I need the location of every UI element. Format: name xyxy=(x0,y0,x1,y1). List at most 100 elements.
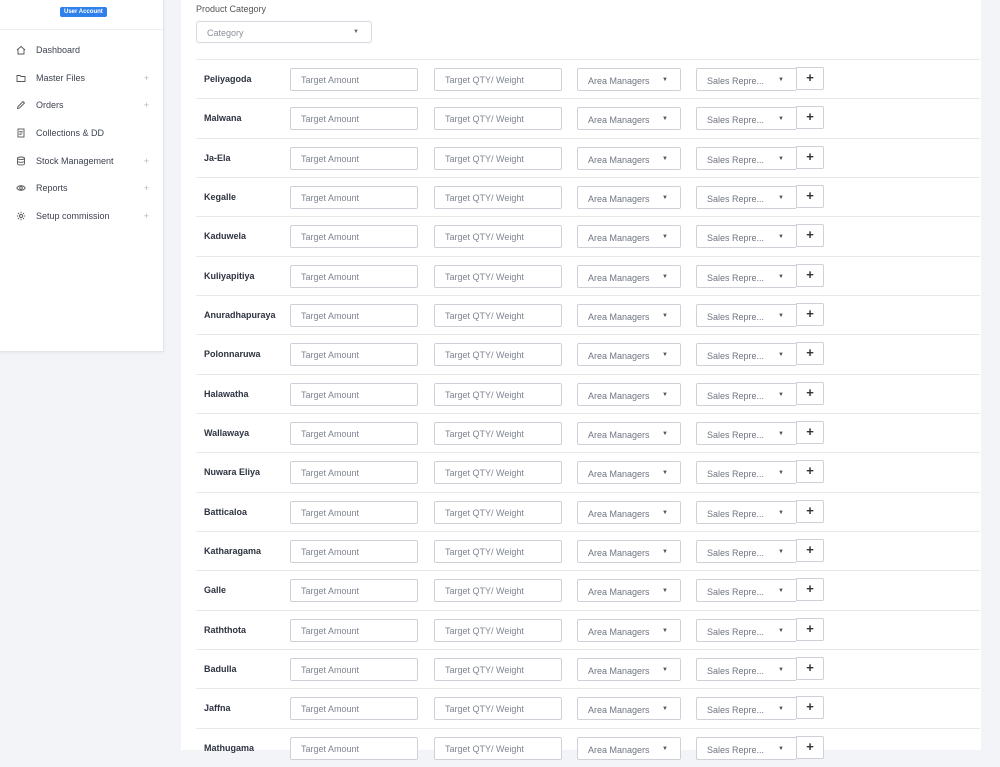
target-amount-input[interactable]: Target Amount xyxy=(290,579,418,603)
add-row-button[interactable]: + xyxy=(796,499,824,523)
area-managers-select[interactable]: Area Managers ▼ xyxy=(577,68,681,91)
sales-reps-select[interactable]: Sales Repre... ▼ xyxy=(696,185,796,209)
target-amount-input[interactable]: Target Amount xyxy=(290,461,418,485)
area-managers-select[interactable]: Area Managers ▼ xyxy=(577,264,681,288)
target-qty-input[interactable]: Target QTY/ Weight xyxy=(434,539,562,563)
sales-reps-select[interactable]: Sales Repre... ▼ xyxy=(696,500,796,524)
area-managers-select[interactable]: Area Managers ▼ xyxy=(577,500,681,524)
target-qty-input[interactable]: Target QTY/ Weight xyxy=(434,421,562,445)
add-row-button[interactable]: + xyxy=(796,578,824,602)
area-managers-select[interactable]: Area Managers ▼ xyxy=(577,185,681,209)
sales-reps-select[interactable]: Sales Repre... ▼ xyxy=(696,539,796,563)
expand-icon[interactable]: + xyxy=(144,183,149,193)
target-qty-input[interactable]: Target QTY/ Weight xyxy=(434,618,562,642)
sidebar-item-setup-commission[interactable]: Setup commission + xyxy=(0,202,163,230)
target-amount-input[interactable]: Target Amount xyxy=(290,343,418,367)
target-amount-input[interactable]: Target Amount xyxy=(290,539,418,563)
add-row-button[interactable]: + xyxy=(796,420,824,444)
sales-reps-select[interactable]: Sales Repre... ▼ xyxy=(696,697,796,721)
area-managers-select[interactable]: Area Managers ▼ xyxy=(577,146,681,170)
area-managers-select[interactable]: Area Managers ▼ xyxy=(577,343,681,367)
sales-reps-select[interactable]: Sales Repre... ▼ xyxy=(696,579,796,603)
sidebar-item-stock-management[interactable]: Stock Management + xyxy=(0,147,163,175)
target-qty-input[interactable]: Target QTY/ Weight xyxy=(434,303,562,327)
sales-reps-select[interactable]: Sales Repre... ▼ xyxy=(696,461,796,485)
category-select[interactable]: Category ▼ xyxy=(196,21,372,43)
sales-reps-select[interactable]: Sales Repre... ▼ xyxy=(696,107,796,131)
sidebar-item-master-files[interactable]: Master Files + xyxy=(0,64,163,92)
target-amount-input[interactable]: Target Amount xyxy=(290,68,418,91)
target-amount-input[interactable]: Target Amount xyxy=(290,382,418,406)
target-qty-input[interactable]: Target QTY/ Weight xyxy=(434,343,562,367)
expand-icon[interactable]: + xyxy=(144,73,149,83)
target-qty-input[interactable]: Target QTY/ Weight xyxy=(434,264,562,288)
sales-reps-select[interactable]: Sales Repre... ▼ xyxy=(696,343,796,367)
target-qty-input[interactable]: Target QTY/ Weight xyxy=(434,146,562,170)
sales-reps-select[interactable]: Sales Repre... ▼ xyxy=(696,146,796,170)
target-amount-input[interactable]: Target Amount xyxy=(290,421,418,445)
add-row-button[interactable]: + xyxy=(796,538,824,562)
expand-icon[interactable]: + xyxy=(144,100,149,110)
add-row-button[interactable]: + xyxy=(796,656,824,680)
target-amount-input[interactable]: Target Amount xyxy=(290,303,418,327)
target-amount-input[interactable]: Target Amount xyxy=(290,107,418,131)
sales-reps-select[interactable]: Sales Repre... ▼ xyxy=(696,736,796,760)
target-qty-input[interactable]: Target QTY/ Weight xyxy=(434,697,562,721)
sales-reps-select[interactable]: Sales Repre... ▼ xyxy=(696,657,796,681)
target-amount-input[interactable]: Target Amount xyxy=(290,697,418,721)
target-amount-input[interactable]: Target Amount xyxy=(290,264,418,288)
sidebar-item-collections[interactable]: Collections & DD xyxy=(0,119,163,147)
target-qty-input[interactable]: Target QTY/ Weight xyxy=(434,736,562,760)
sales-reps-select[interactable]: Sales Repre... ▼ xyxy=(696,68,796,91)
add-row-button[interactable]: + xyxy=(796,263,824,287)
add-row-button[interactable]: + xyxy=(796,381,824,405)
add-row-button[interactable]: + xyxy=(796,460,824,484)
user-account-badge[interactable]: User Account xyxy=(60,7,107,17)
sidebar-item-dashboard[interactable]: Dashboard xyxy=(0,36,163,64)
target-amount-input[interactable]: Target Amount xyxy=(290,736,418,760)
area-managers-select[interactable]: Area Managers ▼ xyxy=(577,107,681,131)
sales-reps-select[interactable]: Sales Repre... ▼ xyxy=(696,303,796,327)
target-qty-input[interactable]: Target QTY/ Weight xyxy=(434,500,562,524)
area-managers-select[interactable]: Area Managers ▼ xyxy=(577,539,681,563)
target-qty-input[interactable]: Target QTY/ Weight xyxy=(434,225,562,249)
target-qty-input[interactable]: Target QTY/ Weight xyxy=(434,68,562,91)
sales-reps-select[interactable]: Sales Repre... ▼ xyxy=(696,264,796,288)
add-row-button[interactable]: + xyxy=(796,617,824,641)
sidebar-item-orders[interactable]: Orders + xyxy=(0,91,163,119)
add-row-button[interactable]: + xyxy=(796,145,824,169)
target-qty-input[interactable]: Target QTY/ Weight xyxy=(434,657,562,681)
target-qty-input[interactable]: Target QTY/ Weight xyxy=(434,382,562,406)
target-amount-input[interactable]: Target Amount xyxy=(290,225,418,249)
sales-reps-select[interactable]: Sales Repre... ▼ xyxy=(696,421,796,445)
target-amount-input[interactable]: Target Amount xyxy=(290,146,418,170)
area-managers-select[interactable]: Area Managers ▼ xyxy=(577,657,681,681)
sales-reps-select[interactable]: Sales Repre... ▼ xyxy=(696,618,796,642)
area-managers-select[interactable]: Area Managers ▼ xyxy=(577,421,681,445)
area-managers-select[interactable]: Area Managers ▼ xyxy=(577,579,681,603)
target-amount-input[interactable]: Target Amount xyxy=(290,185,418,209)
sidebar-item-reports[interactable]: Reports + xyxy=(0,174,163,202)
target-qty-input[interactable]: Target QTY/ Weight xyxy=(434,107,562,131)
add-row-button[interactable]: + xyxy=(796,224,824,248)
area-managers-select[interactable]: Area Managers ▼ xyxy=(577,697,681,721)
add-row-button[interactable]: + xyxy=(796,696,824,720)
add-row-button[interactable]: + xyxy=(796,342,824,366)
expand-icon[interactable]: + xyxy=(144,211,149,221)
expand-icon[interactable]: + xyxy=(144,156,149,166)
add-row-button[interactable]: + xyxy=(796,67,824,90)
area-managers-select[interactable]: Area Managers ▼ xyxy=(577,382,681,406)
add-row-button[interactable]: + xyxy=(796,184,824,208)
area-managers-select[interactable]: Area Managers ▼ xyxy=(577,736,681,760)
target-amount-input[interactable]: Target Amount xyxy=(290,500,418,524)
target-qty-input[interactable]: Target QTY/ Weight xyxy=(434,185,562,209)
area-managers-select[interactable]: Area Managers ▼ xyxy=(577,225,681,249)
add-row-button[interactable]: + xyxy=(796,735,824,759)
add-row-button[interactable]: + xyxy=(796,106,824,130)
area-managers-select[interactable]: Area Managers ▼ xyxy=(577,618,681,642)
target-amount-input[interactable]: Target Amount xyxy=(290,618,418,642)
sales-reps-select[interactable]: Sales Repre... ▼ xyxy=(696,382,796,406)
add-row-button[interactable]: + xyxy=(796,302,824,326)
target-amount-input[interactable]: Target Amount xyxy=(290,657,418,681)
sales-reps-select[interactable]: Sales Repre... ▼ xyxy=(696,225,796,249)
